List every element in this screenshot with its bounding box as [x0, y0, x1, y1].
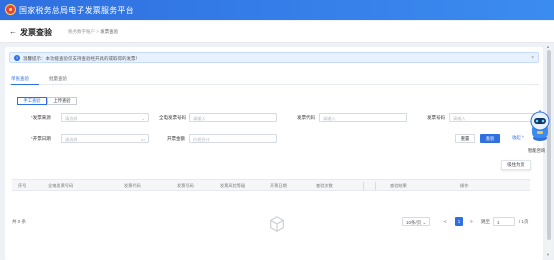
date-label: *开票日期 [31, 136, 51, 141]
goto-label: 跳至 [481, 219, 490, 224]
assistant-tooltip: 吸住为页 [501, 160, 531, 170]
tab-single-check[interactable]: 单张查验 [11, 76, 29, 82]
table-total: 共 0 条 [12, 219, 27, 224]
col-code: 发票代码 [124, 183, 141, 188]
info-icon: i [14, 55, 20, 61]
tab-batch-check[interactable]: 批量查验 [49, 76, 67, 82]
mode-manual-button[interactable]: 手工查验 [17, 97, 47, 105]
col-risk: 发票风险等级 [220, 183, 246, 188]
column-separator[interactable] [375, 182, 376, 190]
chevron-down-icon: ⌄ [141, 115, 145, 121]
scroll-down-icon[interactable]: ▼ [546, 252, 550, 257]
mode-upload-button[interactable]: 上传查验 [47, 97, 77, 105]
calendar-icon: ▭ [140, 136, 145, 142]
goto-page-input[interactable]: 1 [493, 217, 515, 226]
fullnum-input[interactable]: 请输入 [189, 113, 277, 122]
source-label: *发票来源 [31, 115, 51, 120]
collapse-button[interactable]: 收起 ^ [508, 134, 528, 143]
breadcrumb-separator: > [96, 29, 99, 34]
page-title: 发票查验 [20, 28, 52, 37]
breadcrumb-parent[interactable]: 税务数字账户 [68, 29, 95, 34]
scrollbar-thumb[interactable] [547, 50, 551, 240]
notice-banner: i 温馨提示：本功能查验仅支持查验经开具的或取得的发票！ × [9, 52, 539, 63]
col-action: 操作 [460, 183, 469, 188]
amount-input[interactable]: 价税合计 [189, 134, 277, 143]
breadcrumb-current: 发票查验 [100, 29, 119, 34]
tab-bar: 单张查验 批量查验 [9, 73, 539, 85]
chevron-down-icon: ⌄ [421, 220, 427, 225]
close-icon[interactable]: × [531, 55, 534, 61]
tax-emblem-logo [5, 4, 16, 15]
assistant-robot-icon[interactable] [528, 110, 552, 142]
page-number-1[interactable]: 1 [455, 217, 463, 226]
date-picker[interactable]: 请选择 ▭ [61, 134, 149, 143]
breadcrumb: 税务数字账户 > 发票查验 [68, 29, 118, 35]
page-header: ← 发票查验 税务数字账户 > 发票查验 [0, 21, 554, 43]
col-date: 开票日期 [270, 183, 287, 188]
code-label: 发票代码 [297, 115, 315, 120]
number-input[interactable]: 请输入 [449, 113, 537, 122]
query-button[interactable]: 查验 [480, 134, 500, 143]
col-count: 查验次数 [316, 183, 333, 188]
app-title: 国家税务总局电子发票服务平台 [19, 6, 134, 15]
page-size-select[interactable]: 10条/页 ⌄ [402, 217, 431, 226]
amount-label: 开票金额 [167, 136, 185, 141]
assistant-label[interactable]: 智能咨询 [528, 148, 545, 154]
number-label: 发票号码 [427, 115, 445, 120]
source-select[interactable]: 请选择 ⌄ [61, 113, 149, 122]
fullnum-label: 全电发票号码 [159, 115, 186, 120]
table-header: 序号 全电发票号码 发票代码 发票号码 发票风险等级 开票日期 查验次数 查验结… [12, 179, 530, 191]
notice-text: 温馨提示：本功能查验仅支持查验经开具的或取得的发票！ [23, 55, 140, 61]
active-tab-indicator [11, 84, 39, 85]
col-number: 发票号码 [177, 183, 194, 188]
col-result: 查验结果 [390, 183, 407, 188]
main-card: i 温馨提示：本功能查验仅支持查验经开具的或取得的发票！ × 单张查验 批量查验… [5, 47, 543, 260]
col-index: 序号 [18, 183, 27, 188]
empty-box-icon [270, 216, 284, 232]
arrow-left-icon[interactable]: ← [9, 27, 17, 37]
prev-page-button[interactable]: < [444, 217, 447, 226]
total-pages: / 1页 [519, 219, 529, 224]
code-input[interactable]: 请输入 [319, 113, 407, 122]
col-fullnum: 全电发票号码 [48, 183, 74, 188]
column-separator[interactable] [363, 182, 364, 190]
reset-button[interactable]: 重置 [455, 134, 475, 143]
scroll-up-icon[interactable]: ▲ [546, 44, 550, 49]
top-header-bar: 国家税务总局电子发票服务平台 [0, 0, 554, 20]
next-page-button[interactable]: > [470, 217, 473, 226]
